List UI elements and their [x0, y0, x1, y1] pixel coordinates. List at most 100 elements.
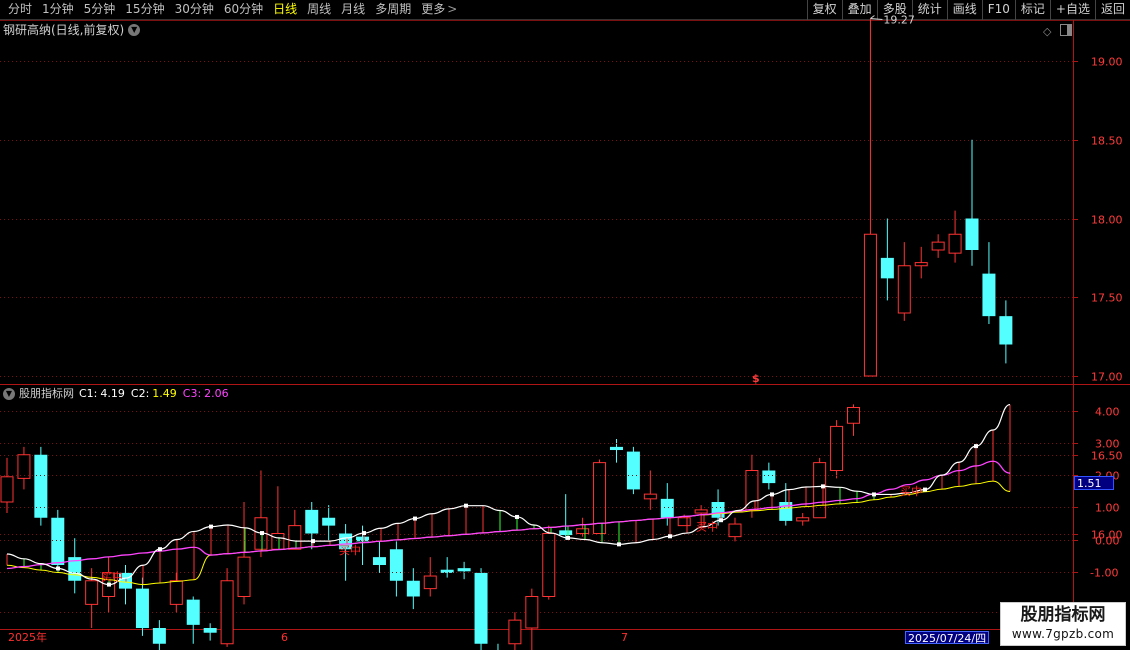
diamond-icon[interactable]: ◇ [1043, 25, 1051, 38]
chevron-down-icon[interactable]: ▼ [3, 388, 15, 400]
dollar-marker: $ [752, 372, 760, 385]
c2-value: 1.49 [152, 387, 177, 400]
c2-line [6, 480, 1011, 586]
cursor-date-label: 2025/07/24/四 [905, 631, 990, 645]
buy-signal-label: 买中 [339, 544, 361, 557]
c1-marker [362, 531, 366, 536]
c1-marker [566, 535, 570, 540]
c1-marker [413, 516, 417, 521]
price-tick-label: 19.00 [1091, 56, 1123, 69]
candle-body [135, 588, 149, 628]
buy-signal-label: 买中 [900, 485, 922, 498]
candle-body [389, 549, 403, 581]
candle-body [322, 517, 336, 526]
candle-body [0, 476, 14, 503]
watermark-title: 股朋指标网 [1020, 605, 1106, 625]
candle-body [863, 233, 877, 377]
stock-chart-window: 分时 1分钟 5分钟 15分钟 30分钟 60分钟 日线 周线 月线 多周期 更多 > 复权 叠加 多股统… [0, 0, 1130, 650]
price-tick-label: 18.50 [1091, 135, 1123, 148]
candle-body [203, 628, 217, 633]
c1-marker [770, 492, 774, 497]
c1-marker [668, 534, 672, 539]
candle-body [51, 517, 65, 565]
price-tick-label: 16.50 [1091, 450, 1123, 463]
stock-title: 钢研高纳(日线,前复权) [3, 23, 125, 37]
candle-body [372, 557, 386, 565]
date-label-june: 6 [281, 631, 288, 644]
date-label-year: 2025年 [8, 631, 47, 644]
candle-body [711, 502, 725, 518]
candle-body [576, 528, 590, 535]
candle-body [237, 556, 251, 597]
candle-body [626, 451, 640, 490]
candle-body [779, 502, 793, 521]
date-label-july: 7 [621, 631, 628, 644]
candle-body [677, 517, 691, 527]
c1-marker [311, 539, 315, 544]
high-price-label: 19.27 [883, 13, 915, 26]
candle-body [982, 273, 996, 317]
c2-label: C2: [130, 387, 150, 400]
candle-body [559, 530, 573, 536]
candle-body [694, 509, 708, 514]
candle-body [508, 619, 522, 645]
indicator-tick-label: -1.00 [1090, 567, 1118, 580]
c1-marker [872, 492, 876, 497]
candle-body [152, 628, 166, 644]
candle-body [17, 454, 31, 479]
indicator-name: 股朋指标网 [19, 387, 74, 400]
candle-body [440, 569, 454, 573]
layout-toggle-icon[interactable] [1060, 24, 1072, 36]
candle-body [847, 407, 860, 424]
candle-body [169, 580, 183, 605]
candle-body [186, 599, 200, 625]
candle-body [965, 218, 979, 250]
c1-marker [260, 531, 264, 536]
candle-body [728, 523, 742, 538]
watermark-url: www.7gpzb.com [1011, 627, 1115, 641]
buy-signal-label: 买中 [696, 521, 718, 534]
c1-marker [209, 524, 213, 529]
c1-marker [719, 518, 723, 523]
candle-body [271, 533, 285, 550]
c1-marker [974, 444, 978, 449]
main-chart-title-bar: 钢研高纳(日线,前复权) ▼ [3, 22, 141, 38]
price-tick-label: 17.00 [1091, 371, 1123, 384]
candle-body [914, 262, 928, 267]
candle-body [85, 580, 99, 605]
c1-marker [464, 503, 468, 508]
candle-body [931, 241, 945, 251]
c3-label: C3: [182, 387, 202, 400]
chart-canvas[interactable]: 19.0018.5018.0017.5017.0016.5016.0015.50… [0, 0, 1130, 650]
indicator-tick-label: 4.00 [1095, 406, 1120, 419]
c3-line [6, 460, 1011, 570]
candle-body [525, 596, 539, 629]
candle-body [457, 568, 471, 572]
candle-body [423, 575, 437, 590]
candle-body [406, 580, 420, 597]
candle-body [356, 536, 370, 542]
candle-body [542, 533, 556, 597]
candle-body [34, 454, 48, 518]
candle-body [897, 265, 911, 314]
candle-body [762, 470, 776, 484]
candle-body [474, 572, 488, 644]
c1-marker [821, 484, 825, 489]
c1-marker [923, 487, 927, 492]
price-tick-label: 17.50 [1091, 292, 1123, 305]
candle-body [288, 525, 302, 550]
c1-value: 4.19 [100, 387, 125, 400]
price-tick-label: 18.00 [1091, 214, 1123, 227]
candle-body [609, 446, 623, 451]
indicator-tick-label: 3.00 [1095, 438, 1120, 451]
c1-line [6, 403, 1011, 586]
candle-body [643, 493, 657, 500]
candle-body [999, 316, 1013, 345]
chevron-down-icon[interactable]: ▼ [128, 24, 141, 36]
current-value-badge: 1.51 [1074, 476, 1114, 490]
c1-marker [515, 514, 519, 519]
indicator-title-bar: ▼ 股朋指标网 C1: 4.19 C2: 1.49 C3: 2.06 [3, 387, 229, 401]
c1-marker [158, 547, 162, 552]
high-pointer [870, 15, 883, 20]
candle-body [660, 498, 674, 518]
